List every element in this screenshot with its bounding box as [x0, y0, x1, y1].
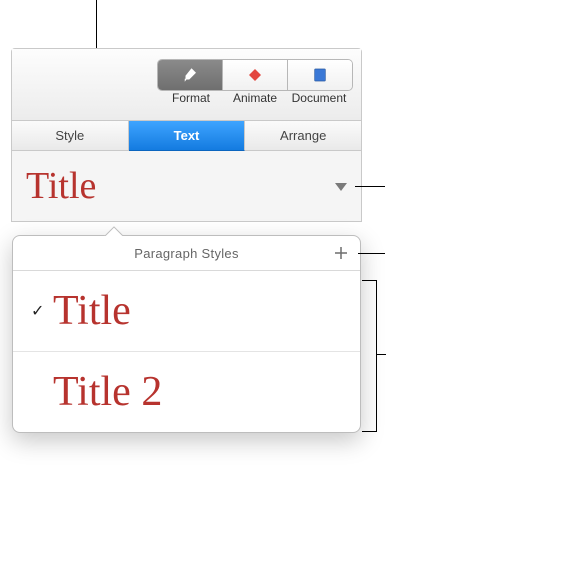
- document-button[interactable]: [288, 60, 352, 90]
- callout-bracket-styles: [362, 280, 377, 432]
- popover-arrow: [103, 226, 123, 236]
- document-label: Document: [287, 91, 351, 105]
- current-style-name: Title: [26, 164, 96, 208]
- animate-button[interactable]: [223, 60, 288, 90]
- inspector-panel: Format Animate Document Style Text Arran…: [11, 48, 362, 222]
- style-row-label: Title: [53, 287, 131, 335]
- tab-style[interactable]: Style: [12, 121, 129, 151]
- tab-text[interactable]: Text: [129, 121, 246, 151]
- callout-line-plus: [358, 253, 385, 254]
- popover-title: Paragraph Styles: [134, 246, 239, 261]
- paintbrush-icon: [180, 66, 200, 84]
- tab-arrange[interactable]: Arrange: [245, 121, 361, 151]
- add-paragraph-style-button[interactable]: [328, 240, 354, 266]
- inspector-tabs: Style Text Arrange: [12, 121, 361, 151]
- format-button[interactable]: [158, 60, 223, 90]
- style-row-label: Title 2: [53, 368, 162, 416]
- inspector-toolbar: Format Animate Document: [12, 49, 361, 121]
- chevron-down-icon: [335, 183, 347, 191]
- diamond-icon: [247, 67, 263, 83]
- plus-icon: [332, 244, 350, 262]
- callout-bracket-stem: [376, 354, 386, 355]
- inspector-mode-segmented: [157, 59, 353, 91]
- style-row-title-2[interactable]: Title 2: [13, 352, 360, 432]
- format-label: Format: [159, 91, 223, 105]
- animate-label: Animate: [223, 91, 287, 105]
- checkmark-icon: ✓: [31, 301, 53, 321]
- style-row-title[interactable]: ✓ Title: [13, 271, 360, 352]
- callout-line-disclosure: [355, 186, 385, 187]
- document-icon: [312, 66, 328, 84]
- popover-header: Paragraph Styles: [13, 236, 360, 271]
- style-disclosure-button[interactable]: [335, 183, 347, 191]
- paragraph-styles-popover: Paragraph Styles ✓ Title Title 2: [12, 235, 361, 433]
- toolbar-labels: Format Animate Document: [159, 91, 351, 105]
- paragraph-style-selector[interactable]: Title: [12, 151, 361, 221]
